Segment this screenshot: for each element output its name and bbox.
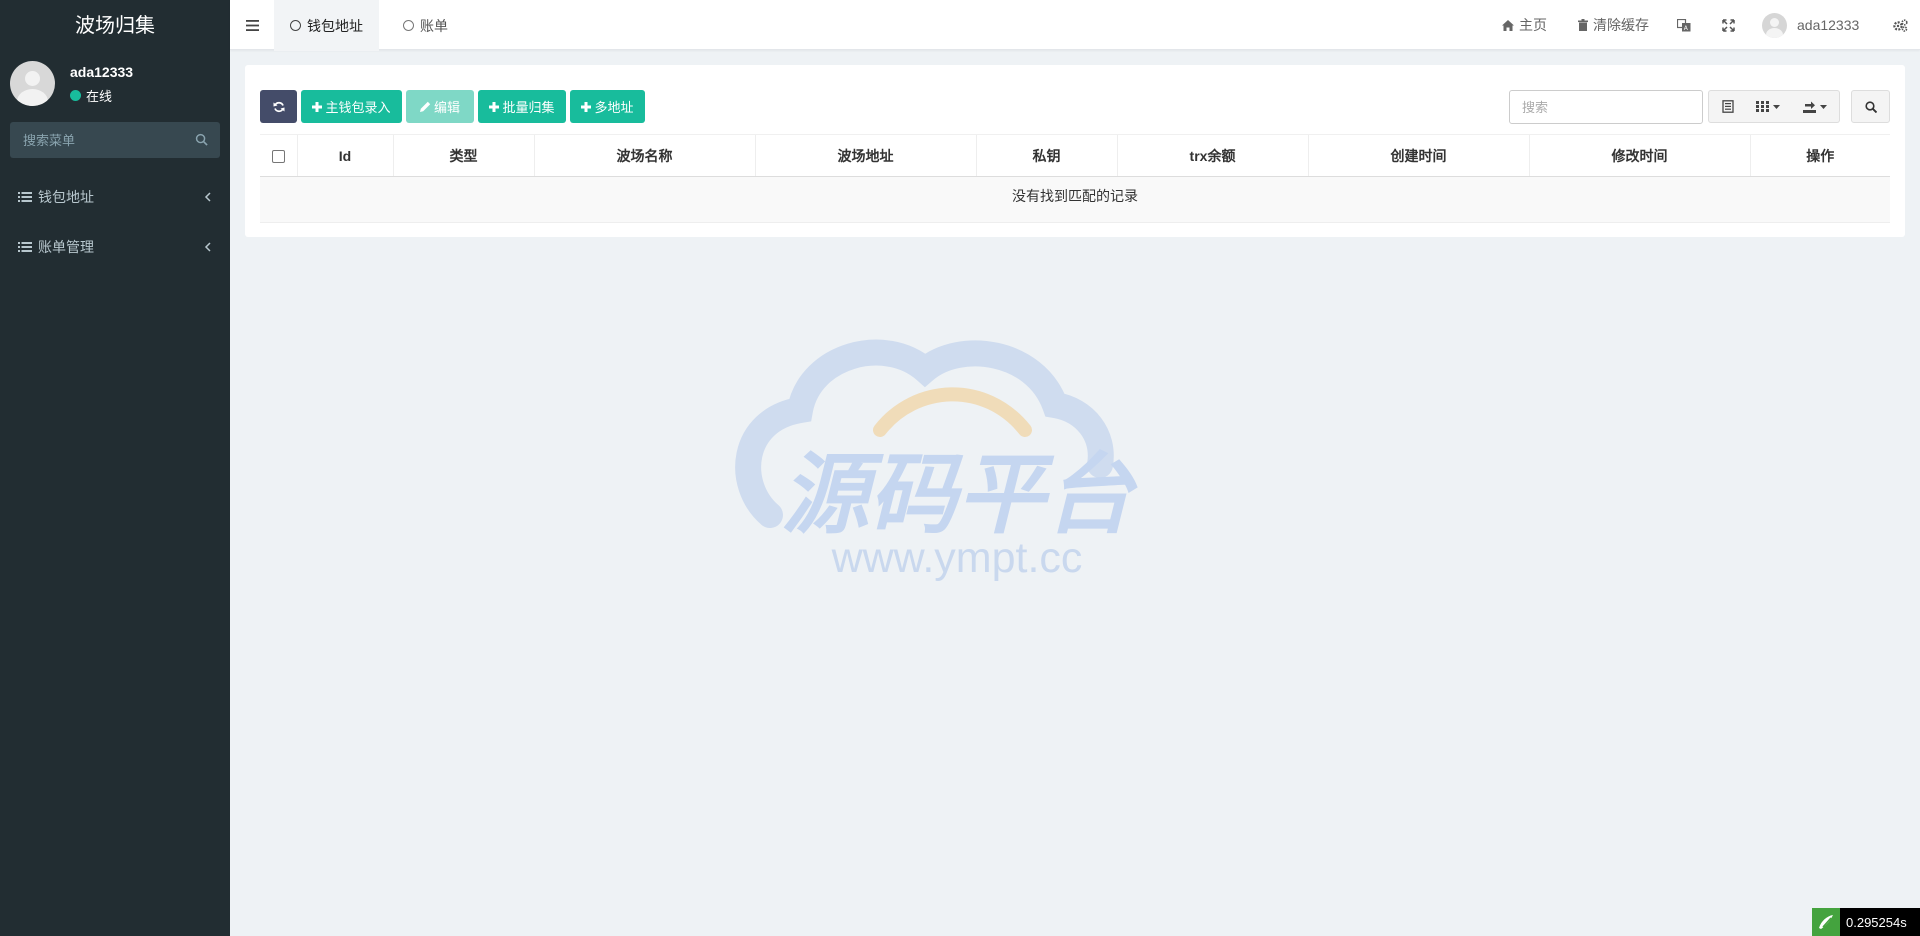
refresh-button[interactable]: [260, 90, 297, 123]
menu-search-input[interactable]: [10, 122, 220, 158]
batch-collect-button[interactable]: 批量归集: [478, 90, 566, 123]
chevron-left-icon: [204, 242, 211, 252]
user-menu[interactable]: ada12333: [1762, 0, 1859, 50]
language-button[interactable]: A: [1677, 0, 1691, 50]
columns-toggle-button[interactable]: [1746, 90, 1791, 123]
multi-address-label: 多地址: [594, 100, 634, 115]
select-all-checkbox[interactable]: [271, 150, 285, 164]
settings-button[interactable]: [1893, 0, 1908, 50]
online-status-icon: [70, 90, 81, 101]
sidebar-menu: 钱包地址 账单管理: [0, 172, 230, 272]
export-icon: [1802, 101, 1816, 113]
search-icon[interactable]: [195, 133, 208, 146]
clear-cache-button[interactable]: 清除缓存: [1578, 0, 1649, 50]
advanced-search-button[interactable]: [1851, 90, 1890, 123]
list-icon: [18, 242, 32, 252]
column-header: 操作: [1749, 134, 1890, 177]
data-table: Id 类型 波场名称 波场地址 私钥 trx余额 创建时间 修改时间 操作 没有…: [260, 134, 1890, 223]
column-header[interactable]: Id: [296, 134, 393, 177]
username-label: ada12333: [1797, 17, 1860, 33]
timer-logo-icon: [1812, 908, 1840, 936]
caret-down-icon: [1773, 104, 1780, 109]
sidebar-item-wallet-address[interactable]: 钱包地址: [0, 172, 230, 222]
home-icon: [1502, 19, 1514, 31]
fullscreen-button[interactable]: [1722, 0, 1735, 50]
timer-value: 0.295254s: [1846, 914, 1907, 930]
sidebar-item-label: 钱包地址: [38, 189, 94, 205]
column-header[interactable]: 类型: [392, 134, 534, 177]
tab-label: 钱包地址: [307, 17, 363, 34]
watermark-brand-text: 源码平台: [781, 443, 1138, 546]
home-link[interactable]: 主页: [1502, 0, 1547, 50]
user-avatar: [10, 61, 55, 106]
app-brand[interactable]: 波场归集: [0, 0, 230, 50]
select-all-header: [260, 134, 297, 177]
column-header[interactable]: trx余额: [1116, 134, 1308, 177]
user-status-label: 在线: [86, 89, 113, 104]
user-panel: ada12333 在线: [0, 50, 230, 120]
column-header[interactable]: 波场名称: [533, 134, 755, 177]
circle-icon: [290, 20, 301, 31]
hamburger-icon: [245, 19, 259, 31]
multi-address-button[interactable]: 多地址: [570, 90, 645, 123]
user-status: 在线: [70, 86, 112, 105]
add-main-wallet-label: 主钱包录入: [325, 100, 391, 115]
column-header[interactable]: 波场地址: [754, 134, 976, 177]
column-header[interactable]: 私钥: [975, 134, 1117, 177]
empty-row: 没有找到匹配的记录: [260, 176, 1890, 223]
edit-button[interactable]: 编辑: [406, 90, 474, 123]
clear-cache-label: 清除缓存: [1593, 17, 1649, 33]
export-button[interactable]: [1790, 90, 1840, 123]
table-header-row: Id 类型 波场名称 波场地址 私钥 trx余额 创建时间 修改时间 操作: [260, 134, 1890, 177]
column-header[interactable]: 创建时间: [1307, 134, 1529, 177]
render-timer: 0.295254s: [1812, 908, 1920, 936]
empty-message: 没有找到匹配的记录: [260, 176, 1890, 223]
batch-collect-label: 批量归集: [502, 100, 555, 115]
add-main-wallet-button[interactable]: 主钱包录入: [301, 90, 402, 123]
toggle-view-button[interactable]: [1708, 90, 1747, 123]
pencil-icon: [419, 101, 431, 112]
caret-down-icon: [1819, 104, 1827, 109]
table-search-input[interactable]: [1510, 91, 1702, 123]
edit-label: 编辑: [433, 100, 460, 115]
sidebar-item-bill-management[interactable]: 账单管理: [0, 222, 230, 272]
sidebar-item-label: 账单管理: [38, 239, 94, 255]
watermark-url-text: www.ympt.cc: [831, 534, 1083, 582]
translate-icon: A: [1677, 18, 1691, 32]
search-icon: [1864, 100, 1877, 113]
list-icon: [18, 192, 32, 202]
sidebar-toggle-button[interactable]: [230, 0, 274, 50]
top-navbar: 钱包地址 账单 主页 清除缓存 A ada12333: [230, 0, 1920, 51]
chevron-left-icon: [204, 192, 211, 202]
card-view-icon: [1721, 100, 1734, 113]
content-panel: 主钱包录入 编辑 批量归集 多地址 搜索 Id 类型 波场名称 波场地址 私钥 …: [245, 65, 1905, 237]
refresh-icon: [273, 101, 284, 112]
plus-icon: [312, 101, 323, 112]
user-name: ada12333: [70, 64, 134, 80]
column-header[interactable]: 修改时间: [1528, 134, 1750, 177]
grid-icon: [1756, 101, 1769, 112]
tab-label: 账单: [420, 17, 448, 34]
tab-bill[interactable]: 账单: [387, 0, 464, 51]
home-label: 主页: [1519, 17, 1547, 33]
sidebar: 波场归集 ada12333 在线 钱包地址 账单管理: [0, 0, 230, 936]
expand-icon: [1722, 18, 1735, 32]
trash-icon: [1578, 19, 1588, 31]
menu-search: [10, 122, 220, 158]
plus-icon: [489, 101, 500, 112]
tab-wallet-address[interactable]: 钱包地址: [274, 0, 379, 51]
watermark-logo: 源码平台 www.ympt.cc: [735, 339, 1138, 582]
gears-icon: [1893, 18, 1908, 32]
table-search: [1509, 90, 1703, 124]
plus-icon: [581, 101, 592, 112]
circle-icon: [403, 20, 414, 31]
user-avatar: [1762, 12, 1787, 38]
